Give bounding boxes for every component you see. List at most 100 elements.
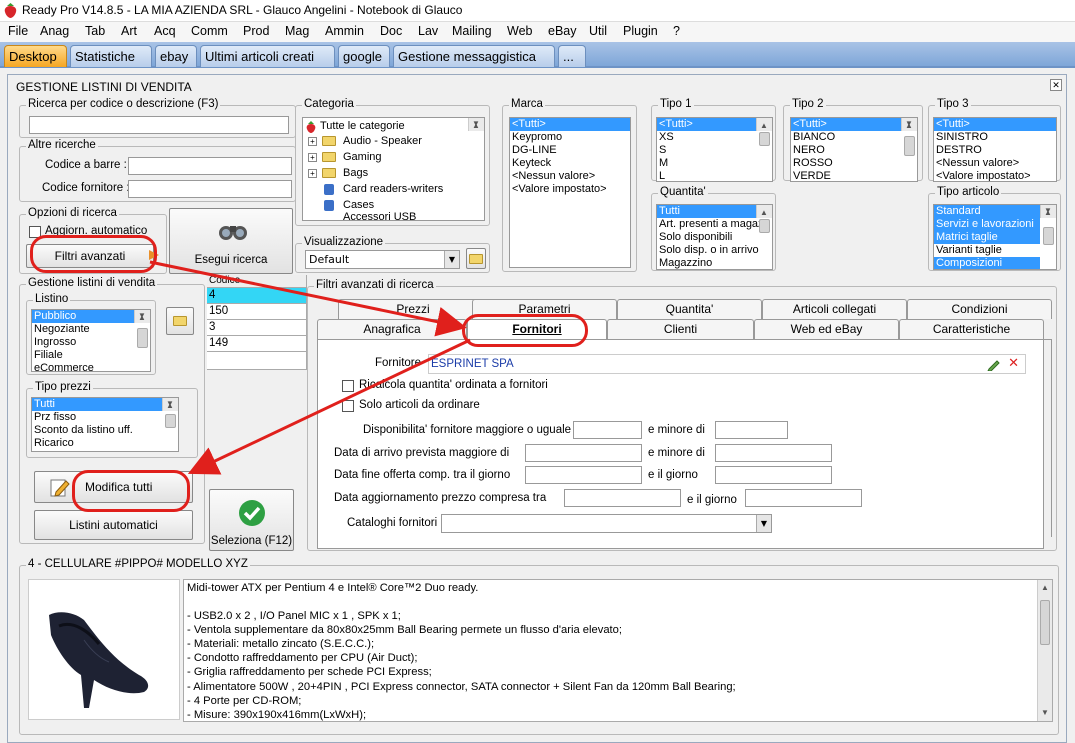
- expand-icon[interactable]: +: [308, 169, 317, 178]
- menu-mag[interactable]: Mag: [285, 24, 309, 38]
- grid-row[interactable]: 3: [207, 319, 307, 336]
- arrival-to-input[interactable]: [715, 444, 832, 462]
- tree-item-usb[interactable]: Accessori USB: [308, 211, 478, 220]
- categoria-scrollbar[interactable]: ▲ ▼: [468, 118, 484, 131]
- menu-plugin[interactable]: Plugin: [623, 24, 658, 38]
- tab-google[interactable]: google: [338, 45, 390, 67]
- availability-max-input[interactable]: [715, 421, 788, 439]
- tab-gestione-messaggistica[interactable]: Gestione messaggistica: [393, 45, 555, 67]
- product-description[interactable]: Midi-tower ATX per Pentium 4 e Intel® Co…: [183, 579, 1053, 722]
- menu-prod[interactable]: Prod: [243, 24, 269, 38]
- tipo-articolo-item[interactable]: Composizioni: [934, 257, 1040, 269]
- tipo-articolo-item[interactable]: Varianti taglie: [934, 244, 1056, 257]
- menu-comm[interactable]: Comm: [191, 24, 228, 38]
- marca-item[interactable]: Keypromo: [510, 131, 630, 144]
- tipo2-item[interactable]: NERO: [791, 144, 917, 157]
- close-icon[interactable]: ✕: [1050, 79, 1062, 91]
- tipo-articolo-item[interactable]: Servizi e lavorazioni: [934, 218, 1040, 231]
- menu-ebay[interactable]: eBay: [548, 24, 577, 38]
- marca-item[interactable]: <Nessun valore>: [510, 170, 630, 183]
- tipo-prezzi-scrollbar[interactable]: ▲ ▼: [162, 398, 178, 428]
- tab-caratteristiche[interactable]: Caratteristiche: [899, 319, 1044, 339]
- results-grid[interactable]: Codice 4 150 3 149: [207, 275, 307, 490]
- tab-more[interactable]: ...: [558, 45, 586, 67]
- expand-icon[interactable]: +: [308, 153, 317, 162]
- tab-ultimi-articoli[interactable]: Ultimi articoli creati: [200, 45, 335, 67]
- quantita-item[interactable]: Solo disp. o in arrivo: [657, 244, 772, 257]
- auto-lists-button[interactable]: Listini automatici: [34, 510, 193, 540]
- tipo-prezzi-item[interactable]: Tutti: [32, 398, 162, 411]
- tree-item-bags[interactable]: + Bags: [308, 167, 478, 181]
- delete-x-icon[interactable]: ✕: [1008, 356, 1019, 371]
- grid-row[interactable]: 4: [207, 287, 307, 304]
- supplier-field[interactable]: ESPRINET SPA ✕: [428, 354, 1026, 374]
- tipo2-scrollbar[interactable]: ▲ ▼: [901, 118, 917, 156]
- select-button[interactable]: Seleziona (F12): [209, 489, 294, 551]
- chevron-down-icon[interactable]: ▼: [444, 251, 459, 268]
- menu-file[interactable]: File: [8, 24, 28, 38]
- menu-mailing[interactable]: Mailing: [452, 24, 492, 38]
- tipo3-item[interactable]: <Nessun valore>: [934, 157, 1056, 170]
- tab-quantita[interactable]: Quantita': [617, 299, 762, 319]
- menu-acq[interactable]: Acq: [154, 24, 176, 38]
- quantita-scrollbar[interactable]: ▲: [756, 205, 772, 233]
- menu-lav[interactable]: Lav: [418, 24, 438, 38]
- listino-item[interactable]: eCommerce: [32, 362, 150, 371]
- tipo1-list[interactable]: <Tutti> XS S M L ▲: [656, 117, 773, 182]
- tipo-prezzi-item[interactable]: Sconto da listino uff.: [32, 424, 178, 437]
- tree-item-gaming[interactable]: + Gaming: [308, 151, 478, 165]
- execute-search-button[interactable]: Esegui ricerca: [169, 208, 293, 274]
- pencil-icon[interactable]: [987, 358, 1001, 371]
- grid-header[interactable]: Codice: [207, 275, 307, 288]
- search-input[interactable]: [29, 116, 289, 134]
- tipo1-item[interactable]: <Tutti>: [657, 118, 756, 131]
- tipo-articolo-item[interactable]: Standard: [934, 205, 1040, 218]
- listino-item[interactable]: Negoziante: [32, 323, 150, 336]
- description-scrollbar[interactable]: ▲ ▼: [1037, 580, 1052, 721]
- tipo-articolo-item[interactable]: Matrici taglie: [934, 231, 1040, 244]
- catalog-select[interactable]: ▼: [441, 514, 772, 533]
- tipo-prezzi-list[interactable]: Tutti Prz fisso Sconto da listino uff. R…: [31, 397, 179, 452]
- tipo-articolo-list[interactable]: Standard Servizi e lavorazioni Matrici t…: [933, 204, 1057, 270]
- supplier-code-input[interactable]: [128, 180, 292, 198]
- visualizzazione-select[interactable]: Default ▼: [305, 250, 460, 269]
- only-order-checkbox[interactable]: [342, 400, 354, 412]
- listino-scrollbar[interactable]: ▲ ▼: [134, 310, 150, 348]
- tipo1-item[interactable]: S: [657, 144, 772, 157]
- tab-ebay[interactable]: ebay: [155, 45, 197, 67]
- tipo1-item[interactable]: M: [657, 157, 772, 170]
- availability-min-input[interactable]: [573, 421, 642, 439]
- grid-row[interactable]: 149: [207, 335, 307, 352]
- tipo3-item[interactable]: SINISTRO: [934, 131, 1056, 144]
- tipo-prezzi-item[interactable]: Prz fisso: [32, 411, 178, 424]
- listino-item[interactable]: Ingrosso: [32, 336, 150, 349]
- marca-item[interactable]: Keyteck: [510, 157, 630, 170]
- quantita-item[interactable]: Solo disponibili: [657, 231, 772, 244]
- quantita-item[interactable]: Tutti: [657, 205, 756, 218]
- arrival-from-input[interactable]: [525, 444, 642, 462]
- chevron-down-icon[interactable]: ▼: [756, 515, 771, 532]
- tipo-prezzi-item[interactable]: Ricarico: [32, 437, 178, 450]
- menu-ammin[interactable]: Ammin: [325, 24, 364, 38]
- menu-tab[interactable]: Tab: [85, 24, 105, 38]
- tipo3-list[interactable]: <Tutti> SINISTRO DESTRO <Nessun valore> …: [933, 117, 1057, 182]
- tree-root[interactable]: Tutte le categorie: [305, 120, 405, 134]
- price-update-from-input[interactable]: [564, 489, 681, 507]
- tipo2-item[interactable]: <Tutti>: [791, 118, 901, 131]
- tipo2-item[interactable]: ROSSO: [791, 157, 917, 170]
- tipo1-item[interactable]: L: [657, 170, 772, 181]
- tab-clienti[interactable]: Clienti: [607, 319, 754, 339]
- menu-anag[interactable]: Anag: [40, 24, 69, 38]
- tipo3-item[interactable]: <Valore impostato>: [934, 170, 1056, 181]
- visualizzazione-folder-button[interactable]: [466, 248, 486, 269]
- tree-item-audio[interactable]: + Audio - Speaker: [308, 135, 478, 149]
- tipo-articolo-scrollbar[interactable]: ▲ ▼: [1040, 205, 1056, 245]
- offer-end-to-input[interactable]: [715, 466, 832, 484]
- quantita-item[interactable]: Art. presenti a magaz: [657, 218, 772, 231]
- recalc-checkbox[interactable]: [342, 380, 354, 392]
- tipo2-item[interactable]: BIANCO: [791, 131, 917, 144]
- grid-row[interactable]: 150: [207, 303, 307, 320]
- expand-icon[interactable]: +: [308, 137, 317, 146]
- menu-util[interactable]: Util: [589, 24, 607, 38]
- menu-help[interactable]: ?: [673, 24, 680, 38]
